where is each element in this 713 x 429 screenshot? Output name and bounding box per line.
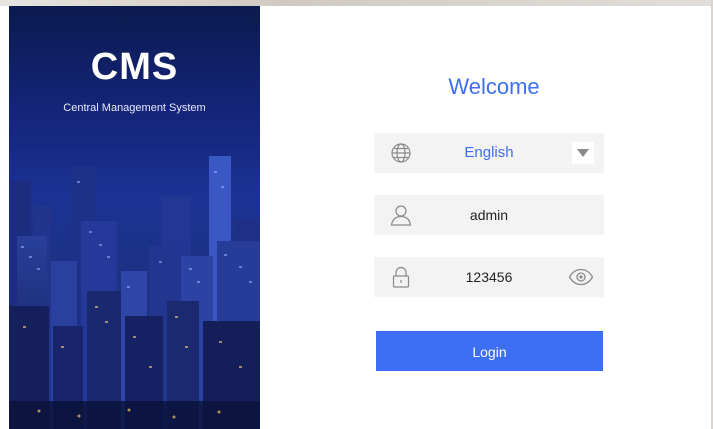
lock-icon [390,266,412,288]
password-input[interactable] [422,257,556,297]
globe-icon [390,142,412,164]
welcome-heading: Welcome [448,74,540,99]
language-select[interactable]: English [374,133,604,173]
login-button[interactable]: Login [376,331,603,371]
username-input[interactable] [422,195,556,235]
password-field [374,257,604,297]
hero-panel: CMS Central Management System [9,6,260,429]
caret-down-icon[interactable] [572,142,594,164]
eye-icon[interactable] [568,266,594,288]
user-icon [390,204,412,226]
username-field [374,195,604,235]
language-value: English [464,144,514,161]
app-title: CMS [90,46,179,88]
login-window: CMS Central Management System Welcome En… [0,0,713,429]
app-subtitle: Central Management System [63,102,206,114]
